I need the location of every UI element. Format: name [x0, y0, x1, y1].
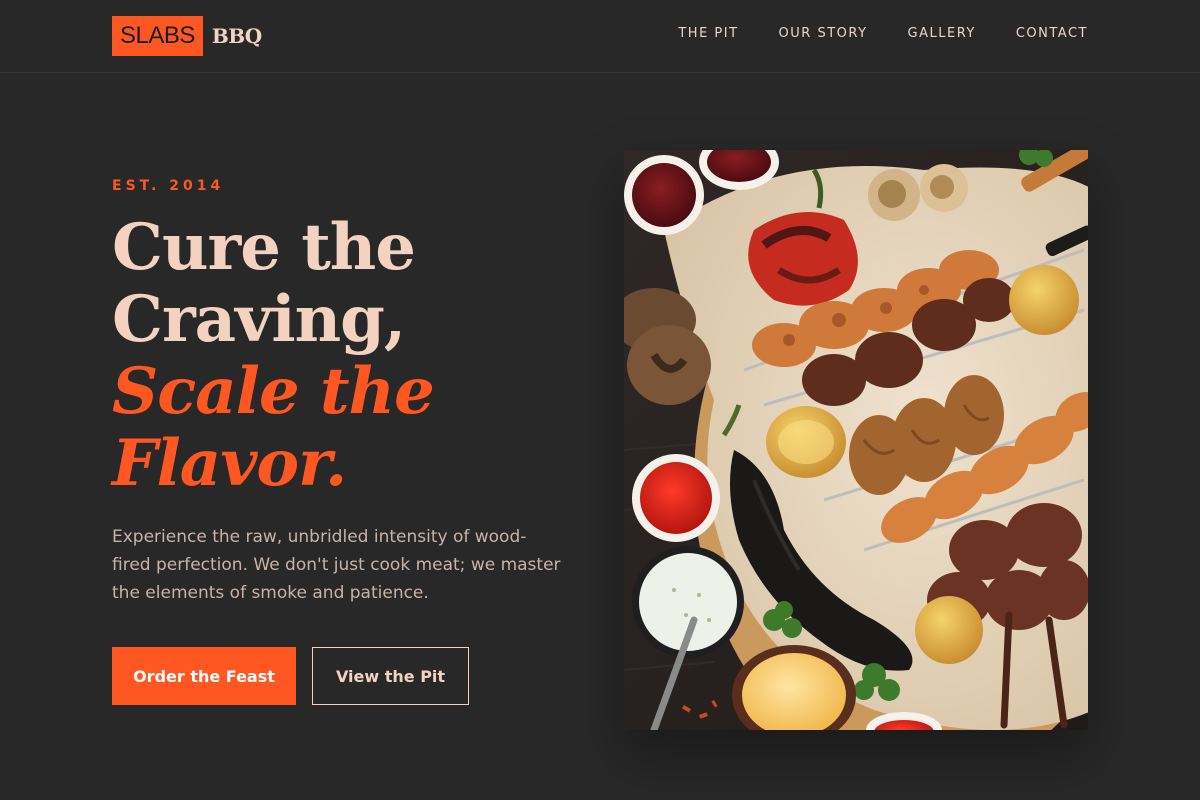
headline-line-3: Scale the — [112, 354, 435, 429]
site-header: SLABS BBQ THE PIT OUR STORY GALLERY CONT… — [0, 0, 1200, 73]
headline-line-4: Flavor. — [112, 426, 347, 501]
view-the-pit-button[interactable]: View the Pit — [312, 647, 469, 705]
nav-item-the-pit[interactable]: THE PIT — [678, 26, 738, 41]
nav-item-contact[interactable]: CONTACT — [1016, 26, 1088, 41]
order-the-feast-button[interactable]: Order the Feast — [112, 647, 296, 705]
hero-description: Experience the raw, unbridled intensity … — [112, 527, 561, 603]
hero-headline: Cure the Craving, Scale the Flavor. — [112, 212, 592, 500]
established-label: EST. 2014 — [112, 178, 225, 194]
logo-text: BBQ — [211, 24, 262, 48]
logo[interactable]: SLABS BBQ — [112, 16, 262, 56]
main-nav: THE PIT OUR STORY GALLERY CONTACT — [678, 26, 1088, 41]
headline-line-1: Cure the — [112, 210, 416, 285]
bbq-platter-image — [624, 150, 1088, 730]
logo-box: SLABS — [112, 16, 203, 56]
headline-line-2: Craving, — [112, 282, 406, 357]
nav-item-gallery[interactable]: GALLERY — [908, 26, 976, 41]
nav-item-our-story[interactable]: OUR STORY — [779, 26, 868, 41]
